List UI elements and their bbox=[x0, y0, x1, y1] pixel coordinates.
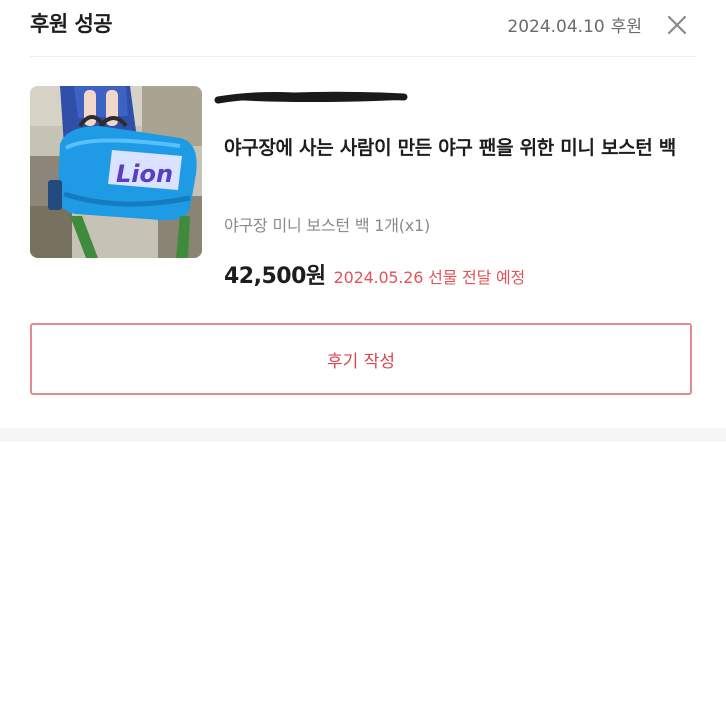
section-separator bbox=[0, 428, 726, 442]
redaction-mark bbox=[214, 91, 408, 104]
header-divider bbox=[30, 56, 696, 57]
pledge-date-info: 2024.04.10 후원 bbox=[507, 12, 642, 37]
pledge-card: 후원 성공 2024.04.10 후원 Lion 야구장에 사는 사람이 만든 … bbox=[0, 0, 726, 428]
reward-option: 야구장 미니 보스턴 백 1개(x1) bbox=[224, 216, 431, 235]
close-icon bbox=[667, 15, 687, 35]
pledge-date-label: 후원 bbox=[610, 17, 642, 37]
price-row: 42,500원 2024.05.26 선물 전달 예정 bbox=[224, 258, 525, 290]
product-thumbnail-image: Lion bbox=[30, 86, 202, 258]
card-header: 후원 성공 2024.04.10 후원 bbox=[0, 0, 726, 56]
pledge-status: 후원 성공 bbox=[30, 12, 113, 36]
pledge-amount: 42,500원 bbox=[224, 264, 326, 289]
svg-text:Lion: Lion bbox=[116, 160, 173, 188]
delivery-date: 2024.05.26 선물 전달 예정 bbox=[333, 268, 526, 287]
write-review-button[interactable]: 후기 작성 bbox=[30, 323, 692, 395]
close-button[interactable] bbox=[664, 12, 690, 38]
pledge-date: 2024.04.10 bbox=[507, 17, 605, 37]
product-thumbnail[interactable]: Lion bbox=[30, 86, 202, 258]
product-title[interactable]: 야구장에 사는 사람이 만든 야구 팬을 위한 미니 보스턴 백 bbox=[224, 130, 694, 167]
